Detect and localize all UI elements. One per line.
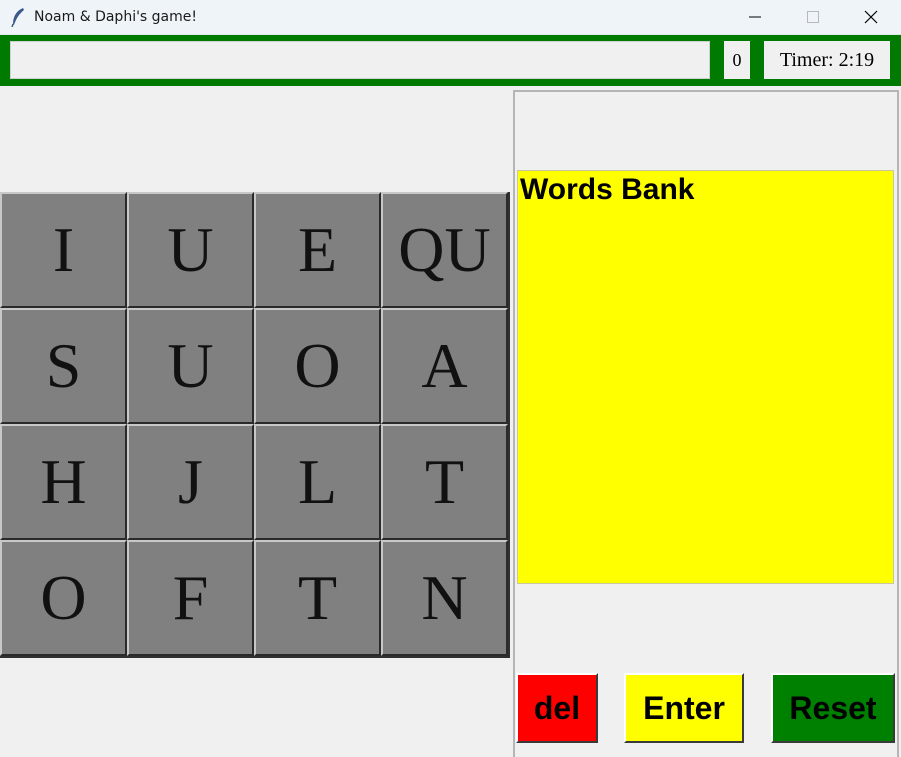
- letter-tile[interactable]: U: [127, 192, 254, 308]
- close-icon: [864, 10, 878, 24]
- letter-board: I U E QU S U O A H J L T O F T N: [0, 192, 510, 658]
- maximize-button[interactable]: [784, 0, 842, 34]
- del-button[interactable]: del: [516, 673, 598, 743]
- close-button[interactable]: [842, 0, 900, 34]
- words-bank-title: Words Bank: [520, 173, 695, 206]
- top-bar: 0 Timer: 2:19: [0, 35, 901, 86]
- letter-tile[interactable]: T: [254, 540, 381, 656]
- letter-tile[interactable]: I: [0, 192, 127, 308]
- minimize-icon: [749, 16, 761, 18]
- enter-button[interactable]: Enter: [624, 673, 744, 743]
- letter-tile[interactable]: H: [0, 424, 127, 540]
- letter-tile[interactable]: QU: [381, 192, 508, 308]
- letter-tile[interactable]: O: [0, 540, 127, 656]
- score-display: 0: [724, 41, 750, 79]
- letter-tile[interactable]: E: [254, 192, 381, 308]
- letter-tile[interactable]: J: [127, 424, 254, 540]
- window-titlebar: Noam & Daphi's game!: [0, 0, 901, 35]
- letter-tile[interactable]: U: [127, 308, 254, 424]
- reset-button[interactable]: Reset: [771, 673, 895, 743]
- minimize-button[interactable]: [726, 0, 784, 34]
- letter-tile[interactable]: A: [381, 308, 508, 424]
- timer-display: Timer: 2:19: [764, 41, 890, 79]
- feather-icon: [10, 7, 26, 28]
- letter-tile[interactable]: F: [127, 540, 254, 656]
- letter-tile[interactable]: N: [381, 540, 508, 656]
- window-title: Noam & Daphi's game!: [34, 9, 198, 25]
- letter-tile[interactable]: L: [254, 424, 381, 540]
- words-bank: Words Bank: [517, 170, 894, 584]
- letter-tile[interactable]: T: [381, 424, 508, 540]
- letter-tile[interactable]: O: [254, 308, 381, 424]
- maximize-icon: [807, 11, 819, 23]
- letter-tile[interactable]: S: [0, 308, 127, 424]
- current-word-field[interactable]: [10, 41, 710, 79]
